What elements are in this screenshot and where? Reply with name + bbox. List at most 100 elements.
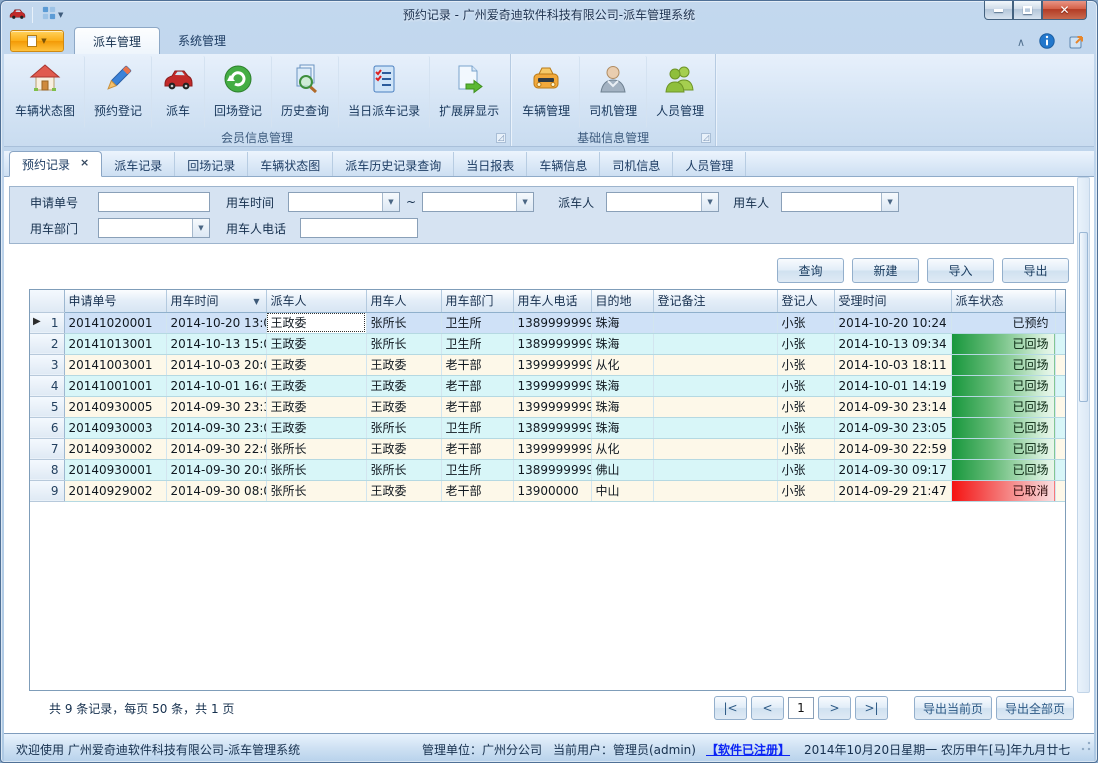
ribbon-button-当日派车记录[interactable]: 当日派车记录 [339,56,430,128]
cell-申请单号[interactable]: 20141003001 [64,354,166,375]
action-button-查询[interactable]: 查询 [777,258,844,283]
cell-目的地[interactable]: 从化 [591,354,653,375]
use-time-from-combo[interactable]: ▼ [288,192,400,212]
doc-tab-派车历史记录查询[interactable]: 派车历史记录查询 [333,152,454,176]
cell-用车人电话[interactable]: 1389999999 [513,333,591,354]
cell-派车状态[interactable]: 已回场 [951,396,1055,417]
export-all-pages-button[interactable]: 导出全部页 [996,696,1074,720]
ribbon-button-车辆状态图[interactable]: 车辆状态图 [6,56,85,128]
cell-登记人[interactable]: 小张 [777,333,834,354]
export-current-page-button[interactable]: 导出当前页 [914,696,992,720]
row-header[interactable]: 2 [30,333,64,354]
row-header[interactable]: 8 [30,459,64,480]
row-header[interactable]: ▶1 [30,312,64,333]
cell-登记人[interactable]: 小张 [777,417,834,438]
cell-派车状态[interactable]: 已回场 [951,333,1055,354]
table-row[interactable]: 6201409300032014-09-30 23:00王政委张所长卫生所138… [30,417,1065,438]
scrollbar-thumb[interactable] [1079,232,1088,402]
action-button-新建[interactable]: 新建 [852,258,919,283]
ribbon-button-预约登记[interactable]: 预约登记 [85,56,152,128]
dialog-launcher-icon[interactable]: ◿ [701,133,711,143]
collapse-ribbon-icon[interactable]: ∧ [1017,36,1025,49]
action-button-导入[interactable]: 导入 [927,258,994,283]
first-page-button[interactable]: |< [714,696,747,720]
column-header-登记备注[interactable]: 登记备注 [653,290,777,312]
table-row[interactable]: 4201410010012014-10-01 16:00王政委王政委老干部139… [30,375,1065,396]
page-number-input[interactable] [788,697,814,719]
cell-登记备注[interactable] [653,396,777,417]
cell-用车人电话[interactable]: 1389999999 [513,459,591,480]
ribbon-tab-派车管理[interactable]: 派车管理 [74,27,160,54]
ribbon-tab-系统管理[interactable]: 系统管理 [160,27,244,54]
column-header-受理时间[interactable]: 受理时间 [834,290,951,312]
cell-用车人[interactable]: 王政委 [366,375,441,396]
cell-目的地[interactable]: 珠海 [591,417,653,438]
maximize-button[interactable] [1013,1,1042,20]
table-row[interactable]: 7201409300022014-09-30 22:00张所长王政委老干部139… [30,438,1065,459]
cell-派车人[interactable]: 王政委 [266,396,366,417]
cell-受理时间[interactable]: 2014-09-30 23:05 [834,417,951,438]
close-button[interactable]: ✕ [1042,1,1087,20]
cell-受理时间[interactable]: 2014-09-30 09:17 [834,459,951,480]
cell-用车时间[interactable]: 2014-10-13 15:00 [166,333,266,354]
cell-用车时间[interactable]: 2014-09-30 08:00 [166,480,266,501]
ribbon-button-回场登记[interactable]: 回场登记 [205,56,272,128]
cell-登记人[interactable]: 小张 [777,480,834,501]
ribbon-button-派车[interactable]: 派车 [152,56,205,128]
cell-登记人[interactable]: 小张 [777,312,834,333]
cell-登记人[interactable]: 小张 [777,459,834,480]
cell-用车部门[interactable]: 卫生所 [441,417,513,438]
cell-受理时间[interactable]: 2014-10-13 09:34 [834,333,951,354]
cell-用车部门[interactable]: 老干部 [441,396,513,417]
cell-用车部门[interactable]: 老干部 [441,480,513,501]
column-header-登记人[interactable]: 登记人 [777,290,834,312]
use-time-to-combo[interactable]: ▼ [422,192,534,212]
cell-用车时间[interactable]: 2014-10-03 20:00 [166,354,266,375]
cell-申请单号[interactable]: 20140929002 [64,480,166,501]
cell-申请单号[interactable]: 20141020001 [64,312,166,333]
cell-受理时间[interactable]: 2014-09-30 23:14 [834,396,951,417]
column-header-申请单号[interactable]: 申请单号 [64,290,166,312]
about-icon[interactable] [1069,33,1086,52]
cell-受理时间[interactable]: 2014-10-03 18:11 [834,354,951,375]
cell-申请单号[interactable]: 20140930001 [64,459,166,480]
table-row[interactable]: 5201409300052014-09-30 23:30王政委王政委老干部139… [30,396,1065,417]
cell-登记人[interactable]: 小张 [777,375,834,396]
cell-登记人[interactable]: 小张 [777,438,834,459]
cell-受理时间[interactable]: 2014-10-01 14:19 [834,375,951,396]
row-header[interactable]: 6 [30,417,64,438]
dialog-launcher-icon[interactable]: ◿ [496,133,506,143]
cell-用车人[interactable]: 王政委 [366,480,441,501]
action-button-导出[interactable]: 导出 [1002,258,1069,283]
doc-tab-司机信息[interactable]: 司机信息 [600,152,673,176]
ribbon-button-历史查询[interactable]: 历史查询 [272,56,339,128]
cell-登记备注[interactable] [653,438,777,459]
cell-目的地[interactable]: 珠海 [591,333,653,354]
cell-用车人[interactable]: 张所长 [366,459,441,480]
cell-派车人[interactable]: 王政委 [266,312,366,333]
cell-用车时间[interactable]: 2014-10-20 13:00 [166,312,266,333]
cell-用车部门[interactable]: 卫生所 [441,312,513,333]
cell-用车部门[interactable]: 老干部 [441,354,513,375]
table-row[interactable]: 2201410130012014-10-13 15:00王政委张所长卫生所138… [30,333,1065,354]
cell-申请单号[interactable]: 20141001001 [64,375,166,396]
cell-用车人电话[interactable]: 13999999999 [513,375,591,396]
request-no-input[interactable] [98,192,210,212]
cell-用车人[interactable]: 王政委 [366,396,441,417]
cell-受理时间[interactable]: 2014-09-29 21:47 [834,480,951,501]
column-header-派车人[interactable]: 派车人 [266,290,366,312]
doc-tab-回场记录[interactable]: 回场记录 [175,152,248,176]
cell-派车人[interactable]: 张所长 [266,438,366,459]
cell-用车人[interactable]: 王政委 [366,354,441,375]
license-link[interactable]: 【软件已注册】 [706,741,790,758]
cell-用车部门[interactable]: 卫生所 [441,459,513,480]
row-header[interactable]: 7 [30,438,64,459]
cell-申请单号[interactable]: 20140930002 [64,438,166,459]
row-header[interactable]: 5 [30,396,64,417]
tab-close-icon[interactable]: × [80,156,89,169]
phone-input[interactable] [300,218,418,238]
cell-派车状态[interactable]: 已取消 [951,480,1055,501]
column-header-用车人[interactable]: 用车人 [366,290,441,312]
row-header[interactable]: 9 [30,480,64,501]
cell-登记备注[interactable] [653,417,777,438]
